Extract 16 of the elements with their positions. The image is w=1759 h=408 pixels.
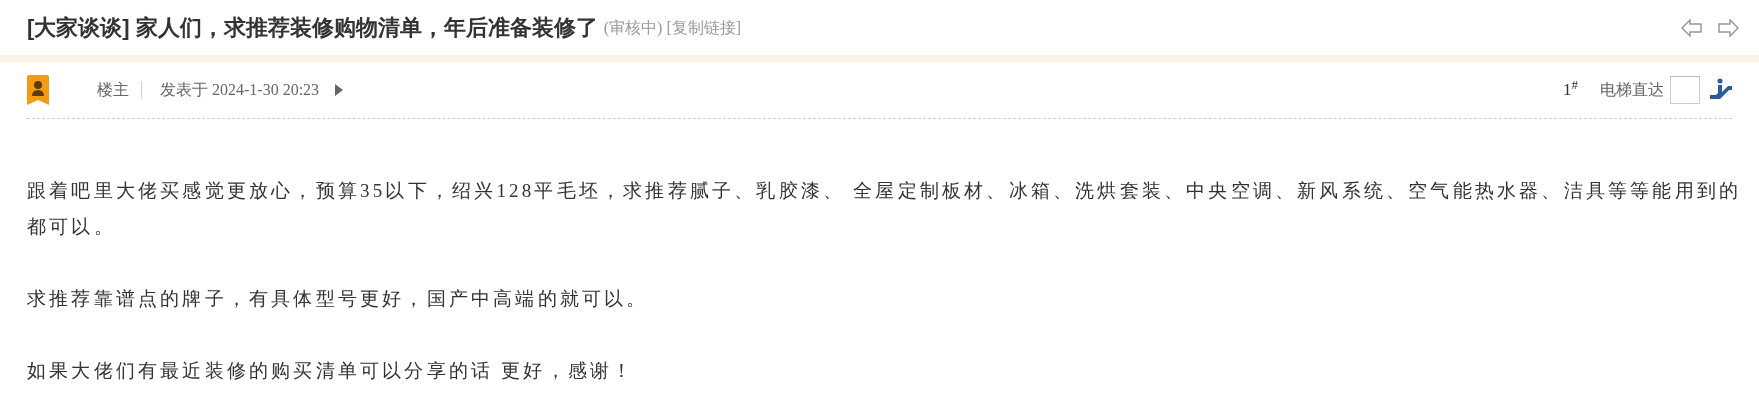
play-icon[interactable] <box>335 84 344 96</box>
floor-number: 1$^{#}$ <box>1563 77 1578 102</box>
floor-input[interactable] <box>1670 76 1700 104</box>
review-status: (审核中) <box>603 17 663 39</box>
post-paragraph: 跟着吧里大佬买感觉更放心，预算35以下，绍兴128平毛坯，求推荐腻子、乳胶漆、 全屋定制板材、冰箱、洗烘套装、中央空调、新风系统、空气能热水器、洁具等等能用到的都可以。 <box>27 179 1743 239</box>
next-arrow-icon[interactable] <box>1717 18 1739 37</box>
previous-arrow-icon[interactable] <box>1681 18 1703 37</box>
escalator-icon[interactable] <box>1708 78 1732 102</box>
post-paragraph: 求推荐靠谱点的牌子，有具体型号更好，国产中高端的就可以。 <box>27 287 650 311</box>
author-label: 楼主 <box>97 80 129 100</box>
thread-title: [大家谈谈] 家人们，求推荐装修购物清单，年后准备装修了 <box>27 14 598 42</box>
jump-label: 电梯直达 <box>1600 80 1664 100</box>
user-avatar-icon[interactable] <box>27 75 49 105</box>
post-paragraph: 如果大佬们有最近装修的购买清单可以分享的话 更好，感谢！ <box>27 359 636 383</box>
post-time: 发表于 2024-1-30 20:23 <box>160 80 320 100</box>
copy-link[interactable]: [复制链接] <box>666 15 742 40</box>
